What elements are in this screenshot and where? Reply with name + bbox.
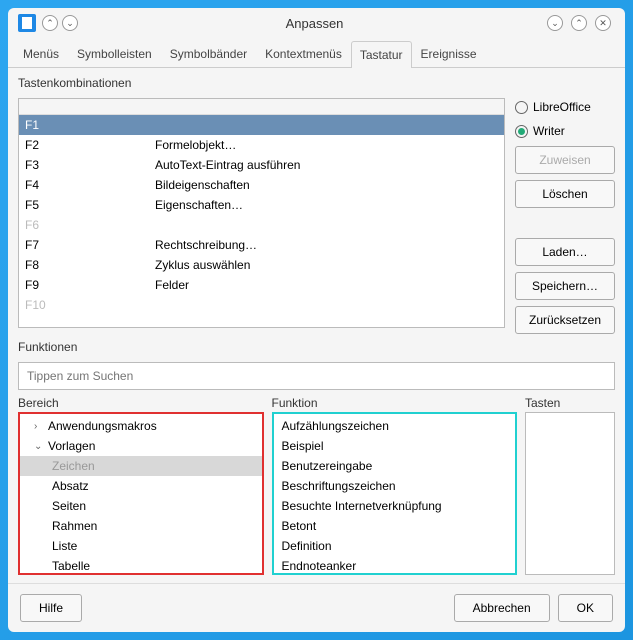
radio-icon <box>515 101 528 114</box>
function-item[interactable]: Definition <box>274 536 516 556</box>
area-label: Bereich <box>18 396 264 410</box>
app-icon <box>18 14 36 32</box>
shortcut-action <box>155 298 498 312</box>
load-button[interactable]: Laden… <box>515 238 615 266</box>
shortcut-key: F4 <box>25 178 155 192</box>
shortcut-action: Eigenschaften… <box>155 198 498 212</box>
window-title: Anpassen <box>82 16 547 31</box>
search-input[interactable] <box>18 362 615 390</box>
shortcuts-list[interactable]: F1F2Formelobjekt…F3AutoText-Eintrag ausf… <box>18 98 505 328</box>
tree-item[interactable]: Tabelle <box>20 556 262 575</box>
shortcut-row[interactable]: F10 <box>19 295 504 315</box>
shortcut-row[interactable]: F8Zyklus auswählen <box>19 255 504 275</box>
scope-writer-label: Writer <box>533 124 565 138</box>
keys-list[interactable] <box>525 412 615 575</box>
tab-events[interactable]: Ereignisse <box>412 40 486 67</box>
shortcut-row[interactable]: F7Rechtschreibung… <box>19 235 504 255</box>
shortcut-action <box>155 218 498 232</box>
expand-button[interactable]: ⌄ <box>62 15 78 31</box>
shortcut-row[interactable]: F2Formelobjekt… <box>19 135 504 155</box>
help-button[interactable]: Hilfe <box>20 594 82 622</box>
area-tree[interactable]: ›Anwendungsmakros ⌄Vorlagen ZeichenAbsat… <box>18 412 264 575</box>
shortcut-row[interactable]: F4Bildeigenschaften <box>19 175 504 195</box>
shortcut-key: F5 <box>25 198 155 212</box>
customize-dialog: ⌃ ⌄ Anpassen ⌄ ⌃ ✕ Menüs Symbolleisten S… <box>8 8 625 632</box>
tab-ribbons[interactable]: Symbolbänder <box>161 40 256 67</box>
shortcut-action: Zyklus auswählen <box>155 258 498 272</box>
function-item[interactable]: Endnoteanker <box>274 556 516 575</box>
shortcut-key: F9 <box>25 278 155 292</box>
shortcut-key: F3 <box>25 158 155 172</box>
tab-bar: Menüs Symbolleisten Symbolbänder Kontext… <box>8 40 625 68</box>
tree-item-templates[interactable]: ⌄Vorlagen <box>20 436 262 456</box>
delete-button[interactable]: Löschen <box>515 180 615 208</box>
tab-contextmenus[interactable]: Kontextmenüs <box>256 40 351 67</box>
minimize-button[interactable]: ⌄ <box>547 15 563 31</box>
cancel-button[interactable]: Abbrechen <box>454 594 550 622</box>
scope-libreoffice-label: LibreOffice <box>533 100 591 114</box>
function-item[interactable]: Benutzereingabe <box>274 456 516 476</box>
tree-item-macros[interactable]: ›Anwendungsmakros <box>20 416 262 436</box>
shortcut-row[interactable]: F6 <box>19 215 504 235</box>
close-button[interactable]: ✕ <box>595 15 611 31</box>
shortcuts-header <box>19 99 504 115</box>
tab-toolbars[interactable]: Symbolleisten <box>68 40 161 67</box>
shortcut-key: F1 <box>25 118 155 132</box>
shortcuts-label: Tastenkombinationen <box>18 76 615 90</box>
collapse-button[interactable]: ⌃ <box>42 15 58 31</box>
shortcut-row[interactable]: F5Eigenschaften… <box>19 195 504 215</box>
function-item[interactable]: Beschriftungszeichen <box>274 476 516 496</box>
chevron-right-icon: › <box>34 421 44 432</box>
shortcut-row[interactable]: F9Felder <box>19 275 504 295</box>
shortcut-action: Rechtschreibung… <box>155 238 498 252</box>
shortcut-action <box>155 118 498 132</box>
tab-keyboard[interactable]: Tastatur <box>351 41 412 68</box>
function-item[interactable]: Beispiel <box>274 436 516 456</box>
ok-button[interactable]: OK <box>558 594 613 622</box>
dialog-footer: Hilfe Abbrechen OK <box>8 583 625 632</box>
shortcut-key: F2 <box>25 138 155 152</box>
shortcut-action: AutoText-Eintrag ausführen <box>155 158 498 172</box>
shortcut-row[interactable]: F1 <box>19 115 504 135</box>
shortcut-action: Formelobjekt… <box>155 138 498 152</box>
shortcut-action: Bildeigenschaften <box>155 178 498 192</box>
assign-button[interactable]: Zuweisen <box>515 146 615 174</box>
shortcut-key: F8 <box>25 258 155 272</box>
titlebar: ⌃ ⌄ Anpassen ⌄ ⌃ ✕ <box>8 8 625 38</box>
tree-item[interactable]: Rahmen <box>20 516 262 536</box>
radio-icon <box>515 125 528 138</box>
tree-item[interactable]: Zeichen <box>20 456 262 476</box>
tree-item[interactable]: Liste <box>20 536 262 556</box>
functions-label: Funktionen <box>18 340 615 354</box>
function-item[interactable]: Aufzählungszeichen <box>274 416 516 436</box>
shortcut-row[interactable]: F3AutoText-Eintrag ausführen <box>19 155 504 175</box>
function-label: Funktion <box>272 396 518 410</box>
tree-item[interactable]: Absatz <box>20 476 262 496</box>
function-item[interactable]: Betont <box>274 516 516 536</box>
maximize-button[interactable]: ⌃ <box>571 15 587 31</box>
keys-label: Tasten <box>525 396 615 410</box>
save-button[interactable]: Speichern… <box>515 272 615 300</box>
chevron-down-icon: ⌄ <box>34 441 44 452</box>
shortcut-key: F7 <box>25 238 155 252</box>
tab-menus[interactable]: Menüs <box>14 40 68 67</box>
function-item[interactable]: Besuchte Internetverknüpfung <box>274 496 516 516</box>
tree-item[interactable]: Seiten <box>20 496 262 516</box>
scope-libreoffice[interactable]: LibreOffice <box>515 98 615 116</box>
shortcut-action: Felder <box>155 278 498 292</box>
function-list[interactable]: AufzählungszeichenBeispielBenutzereingab… <box>272 412 518 575</box>
reset-button[interactable]: Zurücksetzen <box>515 306 615 334</box>
shortcut-key: F10 <box>25 298 155 312</box>
shortcut-key: F6 <box>25 218 155 232</box>
scope-writer[interactable]: Writer <box>515 122 615 140</box>
